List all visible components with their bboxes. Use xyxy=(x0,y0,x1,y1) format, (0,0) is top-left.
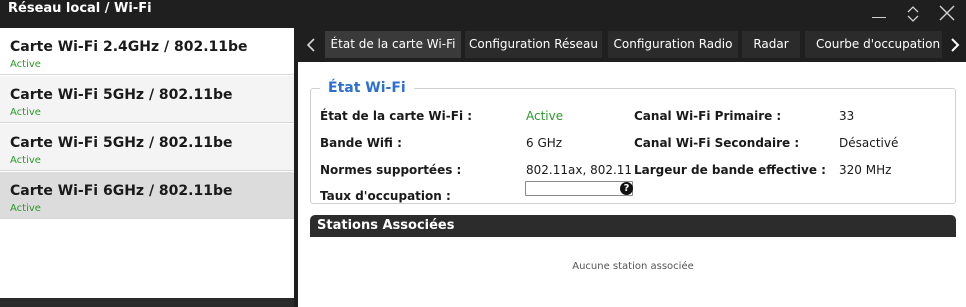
tab-radar[interactable]: Radar xyxy=(742,31,800,58)
tab-bar: État de la carte Wi-Fi Configuration Rés… xyxy=(298,28,966,62)
wifi-card-status: Active xyxy=(10,155,41,166)
tab-configuration-reseau[interactable]: Configuration Réseau xyxy=(465,31,602,58)
wifi-card-name: Carte Wi-Fi 5GHz / 802.11be xyxy=(10,135,233,151)
etat-carte-label: État de la carte Wi-Fi : xyxy=(320,109,473,123)
wifi-card-item[interactable]: Carte Wi-Fi 2.4GHz / 802.11be Active xyxy=(0,28,294,75)
wifi-card-status: Active xyxy=(10,59,41,70)
left-footer xyxy=(0,298,294,307)
etat-carte-value: Active xyxy=(526,109,564,123)
taux-occupation-bar: ? xyxy=(525,181,633,196)
chevron-updown-icon[interactable] xyxy=(898,0,928,28)
normes-value: 802.11ax, 802.11be xyxy=(526,163,633,177)
largeur-bande-value: 320 MHz xyxy=(839,163,892,177)
title-bar: Réseau local / Wi-Fi xyxy=(0,0,966,28)
canal-secondaire-label: Canal Wi-Fi Secondaire : xyxy=(634,136,800,150)
tab-etat-carte[interactable]: État de la carte Wi-Fi xyxy=(325,31,461,58)
tab-configuration-radio[interactable]: Configuration Radio xyxy=(608,31,738,58)
wifi-card-item[interactable]: Carte Wi-Fi 5GHz / 802.11be Active xyxy=(0,124,294,171)
stations-title: Stations Associées xyxy=(317,218,455,233)
minimize-icon[interactable] xyxy=(864,0,894,28)
close-icon[interactable] xyxy=(932,0,962,28)
stations-empty-message: Aucune station associée xyxy=(572,261,694,272)
wifi-card-item[interactable]: Carte Wi-Fi 5GHz / 802.11be Active xyxy=(0,76,294,123)
main-panel: État de la carte Wi-Fi Configuration Rés… xyxy=(298,28,966,307)
wifi-card-name: Carte Wi-Fi 6GHz / 802.11be xyxy=(10,183,233,199)
canal-primaire-value: 33 xyxy=(839,109,855,123)
canal-secondaire-value: Désactivé xyxy=(839,136,899,150)
wifi-card-name: Carte Wi-Fi 5GHz / 802.11be xyxy=(10,87,233,103)
tab-courbe-occupation[interactable]: Courbe d'occupation du xyxy=(805,31,943,58)
stations-header: Stations Associées xyxy=(310,215,956,237)
taux-occupation-label: Taux d'occupation : xyxy=(320,189,451,203)
wifi-status-legend: État Wi-Fi xyxy=(320,80,414,96)
canal-primaire-label: Canal Wi-Fi Primaire : xyxy=(634,109,782,123)
bande-wifi-value: 6 GHz xyxy=(526,136,563,150)
wifi-card-item-selected[interactable]: Carte Wi-Fi 6GHz / 802.11be Active xyxy=(0,172,294,219)
wifi-status-group: État Wi-Fi État de la carte Wi-Fi : Acti… xyxy=(310,80,956,204)
wifi-card-status: Active xyxy=(10,107,41,118)
chevron-left-icon[interactable] xyxy=(298,28,324,62)
help-icon[interactable]: ? xyxy=(620,182,633,195)
window-title: Réseau local / Wi-Fi xyxy=(8,1,152,16)
normes-label: Normes supportées : xyxy=(320,163,462,177)
chevron-right-icon[interactable] xyxy=(942,28,966,62)
bande-wifi-label: Bande Wifi : xyxy=(320,136,402,150)
largeur-bande-label: Largeur de bande effective : xyxy=(634,163,826,177)
wifi-card-list: Carte Wi-Fi 2.4GHz / 802.11be Active Car… xyxy=(0,28,294,298)
wifi-card-name: Carte Wi-Fi 2.4GHz / 802.11be xyxy=(10,39,248,55)
wifi-card-status: Active xyxy=(10,203,41,214)
